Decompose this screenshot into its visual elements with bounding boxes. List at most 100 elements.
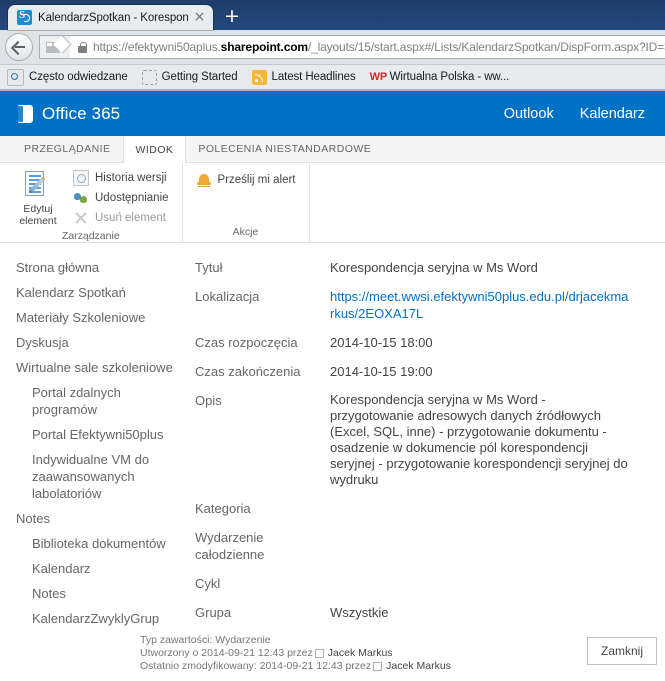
presence-icon [315, 649, 324, 658]
field-row-lokalizacja: Lokalizacja https://meet.wwsi.efektywni5… [195, 288, 665, 322]
modified-by-user[interactable]: Jacek Markus [386, 660, 451, 673]
tab-widok[interactable]: WIDOK [123, 136, 187, 163]
wp-icon: WP [370, 70, 385, 85]
share-button[interactable]: Udostępnianie [68, 188, 174, 208]
field-label-grupa: Grupa [195, 604, 330, 621]
lokalizacja-link[interactable]: https://meet.wwsi.efektywni50plus.edu.pl… [330, 289, 628, 321]
site-identity-chip[interactable] [40, 36, 70, 58]
tab-strip: KalendarzSpotkan - Korespon... × + [0, 0, 665, 30]
bookmark-label: Getting Started [162, 71, 238, 83]
close-icon[interactable]: × [192, 10, 207, 25]
ribbon-small-buttons-akcje: Prześlij mi alert [191, 166, 301, 190]
url-text: https://efektywni50aplus.sharepoint.com/… [93, 40, 665, 54]
new-tab-button[interactable]: + [219, 6, 245, 28]
field-value-lokalizacja: https://meet.wwsi.efektywni50plus.edu.pl… [330, 288, 630, 322]
sidebar-item-portal-zdalnych-programow[interactable]: Portal zdalnych programów [0, 380, 190, 422]
field-value-opis: Korespondencja seryjna w Ms Word - przyg… [330, 392, 630, 488]
field-value-czas-rozpoczecia: 2014-10-15 18:00 [330, 334, 630, 351]
share-label: Udostępnianie [95, 192, 169, 204]
field-label-wydarzenie-calodzienne: Wydarzenie całodzienne [195, 529, 330, 563]
lock-icon [78, 42, 87, 53]
alert-me-button[interactable]: Prześlij mi alert [191, 170, 301, 190]
bookmark-latest-headlines[interactable]: Latest Headlines [252, 70, 356, 85]
field-row-opis: Opis Korespondencja seryjna w Ms Word - … [195, 392, 665, 488]
dashed-folder-icon [142, 70, 157, 85]
version-history-icon [73, 170, 89, 186]
tab-polecenia-niestandardowe[interactable]: POLECENIA NIESTANDARDOWE [186, 136, 383, 162]
address-bar[interactable]: https://efektywni50aplus.sharepoint.com/… [39, 35, 665, 59]
field-label-czas-rozpoczecia: Czas rozpoczęcia [195, 334, 330, 351]
bookmark-frequent[interactable]: Często odwiedzane [7, 69, 128, 86]
sidebar-item-wirtualne-sale-szkoleniowe[interactable]: Wirtualne sale szkoleniowe [0, 355, 190, 380]
browser-chrome: KalendarzSpotkan - Korespon... × + https… [0, 0, 665, 91]
sidebar-item-biblioteka-dokumentow[interactable]: Biblioteka dokumentów [0, 531, 190, 556]
left-navigation: Strona główna Kalendarz Spotkań Materiał… [0, 243, 190, 631]
field-row-czas-rozpoczecia: Czas rozpoczęcia 2014-10-15 18:00 [195, 334, 665, 351]
bell-icon [196, 172, 212, 188]
bookmark-getting-started[interactable]: Getting Started [142, 70, 238, 85]
sidebar-item-kalendarz-spotkan[interactable]: Kalendarz Spotkań [0, 280, 190, 305]
field-label-tytul: Tytuł [195, 259, 330, 276]
sidebar-item-notes[interactable]: Notes [0, 506, 190, 531]
navigation-bar: https://efektywni50aplus.sharepoint.com/… [0, 30, 665, 64]
suite-link-outlook[interactable]: Outlook [504, 106, 554, 122]
sidebar-item-dyskusja[interactable]: Dyskusja [0, 330, 190, 355]
sidebar-item-kalendarzzwyklygrup[interactable]: KalendarzZwyklyGrup [0, 606, 190, 631]
brand-label: Office 365 [42, 104, 120, 124]
field-row-kategoria: Kategoria [195, 500, 665, 517]
tab-przegladanie[interactable]: PRZEGLĄDANIE [12, 136, 123, 162]
created-by-user[interactable]: Jacek Markus [328, 647, 393, 660]
sidebar-item-indywidualne-vm[interactable]: Indywidualne VM do zaawansowanych labola… [0, 447, 190, 506]
bookmark-label: Latest Headlines [272, 71, 356, 83]
sidebar-item-strona-glowna[interactable]: Strona główna [0, 255, 190, 280]
sidebar-item-portal-efektywni50plus[interactable]: Portal Efektywni50plus [0, 422, 190, 447]
field-value-tytul: Korespondencja seryjna w Ms Word [330, 259, 630, 276]
field-value-grupa: Wszystkie [330, 604, 630, 621]
close-button[interactable]: Zamknij [587, 637, 657, 665]
version-history-label: Historia wersji [95, 172, 167, 184]
presence-icon [373, 662, 382, 671]
bookmark-label: Wirtualna Polska - ww... [390, 71, 510, 83]
back-arrow-icon[interactable] [5, 33, 33, 61]
delete-item-label: Usuń element [95, 212, 166, 224]
sidebar-item-kalendarz[interactable]: Kalendarz [0, 556, 190, 581]
field-label-lokalizacja: Lokalizacja [195, 288, 330, 305]
version-history-button[interactable]: Historia wersji [68, 168, 174, 188]
content-type-line: Typ zawartości: Wydarzenie [140, 634, 587, 647]
created-prefix: Utworzony o 2014-09-21 12:43 przez [140, 647, 313, 660]
field-label-kategoria: Kategoria [195, 500, 330, 517]
rss-icon [252, 70, 267, 85]
field-row-czas-zakonczenia: Czas zakończenia 2014-10-15 19:00 [195, 363, 665, 380]
edit-item-label-line2: element [19, 215, 56, 227]
alert-me-label: Prześlij mi alert [218, 174, 296, 186]
field-value-czas-zakonczenia: 2014-10-15 19:00 [330, 363, 630, 380]
suite-link-kalendarz[interactable]: Kalendarz [580, 106, 645, 122]
sidebar-item-materialy-szkoleniowe[interactable]: Materiały Szkoleniowe [0, 305, 190, 330]
modified-prefix: Ostatnio zmodyfikowany: 2014-09-21 12:43… [140, 660, 371, 673]
share-icon [73, 190, 89, 206]
office-logo-icon [18, 105, 33, 123]
site-icon [46, 42, 60, 53]
delete-item-button[interactable]: Usuń element [68, 208, 174, 228]
field-label-opis: Opis [195, 392, 330, 409]
created-line: Utworzony o 2014-09-21 12:43 przez Jacek… [140, 647, 587, 660]
bookmark-label: Często odwiedzane [29, 71, 128, 83]
ribbon-tab-strip: PRZEGLĄDANIE WIDOK POLECENIA NIESTANDARD… [0, 136, 665, 163]
ribbon-group-akcje: Prześlij mi alert Akcje [183, 163, 310, 242]
field-row-cykl: Cykl [195, 575, 665, 592]
tab-title: KalendarzSpotkan - Korespon... [38, 12, 189, 24]
item-metadata: Typ zawartości: Wydarzenie Utworzony o 2… [140, 633, 587, 673]
ribbon-body: Edytuj element Historia wersji Udostępni… [0, 163, 665, 243]
bookmark-wirtualna-polska[interactable]: WP Wirtualna Polska - ww... [370, 70, 510, 85]
edit-item-icon [23, 170, 53, 200]
edit-item-button[interactable]: Edytuj element [8, 166, 68, 227]
field-label-cykl: Cykl [195, 575, 330, 592]
browser-tab[interactable]: KalendarzSpotkan - Korespon... × [8, 5, 213, 30]
ribbon-group-label-akcje: Akcje [191, 224, 301, 242]
office365-brand[interactable]: Office 365 [18, 104, 120, 124]
sidebar-item-notes-sub[interactable]: Notes [0, 581, 190, 606]
page-body: Strona główna Kalendarz Spotkań Materiał… [0, 243, 665, 631]
bookmarks-bar: Często odwiedzane Getting Started Latest… [0, 64, 665, 90]
ribbon-spacer [310, 163, 665, 242]
item-display-form: Tytuł Korespondencja seryjna w Ms Word L… [190, 243, 665, 631]
